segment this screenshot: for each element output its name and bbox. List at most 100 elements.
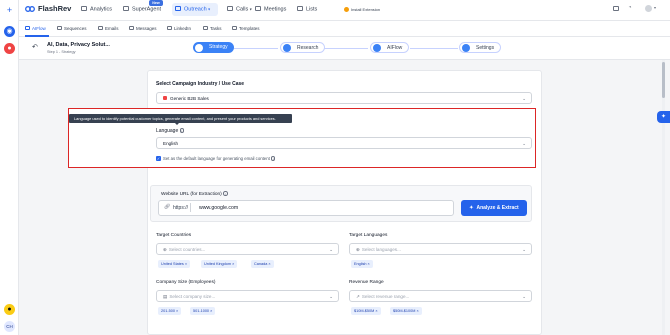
- template-icon: [232, 26, 237, 31]
- step-label: Strategy: [209, 44, 228, 50]
- step-label: Settings: [476, 45, 495, 51]
- industry-value: Generic B2B Sales: [170, 96, 209, 101]
- revenue-chip[interactable]: $10M-$50M ×: [351, 307, 381, 315]
- industry-select[interactable]: Generic B2B Sales ⌄: [156, 92, 532, 104]
- chip-label: 201-500: [161, 309, 175, 313]
- tab-label: AIFlow: [32, 26, 46, 31]
- close-icon[interactable]: ×: [268, 262, 270, 266]
- language-chip[interactable]: English ×: [351, 260, 373, 268]
- countries-select[interactable]: ⊕ Select countries... ⌄: [156, 243, 339, 255]
- tab-templates[interactable]: Templates: [232, 26, 260, 31]
- analyze-extract-button[interactable]: ✦ Analyze & Extract: [461, 200, 527, 216]
- plus-icon[interactable]: +: [4, 5, 15, 16]
- company-size-chip[interactable]: 201-500 ×: [158, 307, 182, 315]
- assistant-fab-icon[interactable]: ✦: [657, 111, 670, 123]
- nav-superagent[interactable]: SuperAgent: [123, 6, 161, 13]
- info-icon[interactable]: i: [179, 128, 185, 133]
- step-strategy[interactable]: Strategy: [193, 42, 234, 53]
- user-avatar[interactable]: CH: [4, 321, 15, 332]
- avatar[interactable]: [645, 5, 652, 12]
- tab-linkedin[interactable]: LinkedIn: [167, 26, 191, 31]
- country-chip[interactable]: United Kingdom ×: [201, 260, 238, 268]
- page-scrollbar[interactable]: [662, 60, 665, 335]
- default-language-checkbox[interactable]: ✓: [156, 156, 161, 161]
- revenue-label: Revenue Range: [349, 280, 384, 285]
- nav-meetings[interactable]: Meetings: [255, 6, 286, 13]
- app-root: + ◉ ● ● CH FlashRev Analytics SuperAgent…: [0, 0, 670, 335]
- country-chip[interactable]: United States ×: [158, 260, 191, 268]
- tab-emails[interactable]: Emails: [98, 26, 119, 31]
- back-arrow-icon[interactable]: ↶: [32, 43, 38, 51]
- step-connector: [234, 47, 278, 49]
- step-aiflow[interactable]: AIFlow: [370, 42, 410, 53]
- chip-label: $50M-$100M: [393, 309, 416, 313]
- install-extension-link[interactable]: Install Extension: [344, 7, 380, 12]
- sequence-icon: [57, 26, 62, 31]
- nav-outreach[interactable]: Outreach ▾: [175, 6, 210, 13]
- page-subtitle: Step 1 - Strategy: [47, 50, 76, 54]
- company-size-chip[interactable]: 501-1000 ×: [190, 307, 216, 315]
- nav-calls[interactable]: Calls ▾: [227, 6, 252, 13]
- nav-lists[interactable]: Lists: [297, 6, 317, 13]
- logo-icon: [25, 6, 35, 12]
- chip-label: 501-1000: [193, 309, 210, 313]
- company-size-select[interactable]: ▤ Select company size... ⌄: [156, 290, 339, 302]
- step-connector: [322, 47, 368, 49]
- languages-select[interactable]: ⊕ Select languages... ⌄: [349, 243, 532, 255]
- revenue-select[interactable]: ↗ Select revenue range... ⌄: [349, 290, 532, 302]
- bell-icon[interactable]: ◔: [628, 5, 632, 11]
- step-dot-icon: [195, 43, 203, 52]
- languages-placeholder: Select languages...: [361, 247, 401, 252]
- target-languages-label: Target Languages: [349, 233, 388, 238]
- nav-label: Outreach: [184, 6, 207, 13]
- alert-icon[interactable]: ●: [4, 43, 15, 54]
- chip-label: United States: [161, 262, 184, 266]
- close-icon[interactable]: ×: [232, 262, 234, 266]
- globe-icon: ⊕: [163, 247, 167, 252]
- chevron-down-icon[interactable]: ▾: [654, 5, 656, 10]
- website-label: Website URL (for Extraction) i: [161, 191, 228, 197]
- chevron-down-icon: ⌄: [522, 141, 526, 146]
- close-icon[interactable]: ×: [368, 262, 370, 266]
- page-title: AI, Data, Privacy Solut...: [47, 42, 110, 48]
- url-prefix: https://: [173, 205, 189, 211]
- tab-label: Templates: [239, 26, 260, 31]
- bulb-icon[interactable]: ●: [4, 304, 15, 315]
- language-select[interactable]: English ⌄: [156, 137, 532, 149]
- install-label: Install Extension: [351, 7, 381, 12]
- url-divider: [190, 203, 191, 212]
- info-icon[interactable]: i: [223, 191, 228, 196]
- close-icon[interactable]: ×: [375, 309, 377, 313]
- step-research[interactable]: Research: [280, 42, 326, 53]
- phone-icon: [227, 6, 233, 11]
- close-icon[interactable]: ×: [210, 309, 212, 313]
- step-dot-icon: [283, 44, 291, 52]
- close-icon[interactable]: ×: [185, 262, 187, 266]
- country-chip[interactable]: Canada ×: [251, 260, 274, 268]
- step-settings[interactable]: Settings: [459, 42, 502, 53]
- message-icon: [129, 26, 134, 31]
- tab-aiflow[interactable]: AIFlow: [25, 26, 46, 31]
- home-icon[interactable]: ◉: [4, 26, 15, 37]
- step-header: [19, 37, 670, 60]
- default-language-text: Set as the default language for generati…: [163, 156, 276, 161]
- chevron-down-icon: ▾: [249, 6, 252, 12]
- tab-sequences[interactable]: Sequences: [57, 26, 87, 31]
- tab-messages[interactable]: Messages: [129, 26, 157, 31]
- app-logo[interactable]: FlashRev: [38, 4, 71, 13]
- tab-tasks[interactable]: Tasks: [203, 26, 222, 31]
- tab-label: Tasks: [210, 26, 222, 31]
- revenue-chip[interactable]: $50M-$100M ×: [390, 307, 422, 315]
- scrollbar-thumb[interactable]: [662, 62, 665, 98]
- revenue-placeholder: Select revenue range...: [361, 294, 410, 299]
- info-icon[interactable]: i: [270, 156, 276, 161]
- close-icon[interactable]: ×: [416, 309, 418, 313]
- step-dot-icon: [462, 44, 470, 52]
- chevron-down-icon: ⌄: [329, 294, 333, 299]
- chevron-down-icon: ⌄: [522, 96, 526, 101]
- language-label: Language i: [156, 128, 185, 134]
- nav-analytics[interactable]: Analytics: [81, 6, 112, 13]
- chevron-down-icon: ⌄: [522, 247, 526, 252]
- window-icon[interactable]: [613, 6, 619, 11]
- close-icon[interactable]: ×: [176, 309, 178, 313]
